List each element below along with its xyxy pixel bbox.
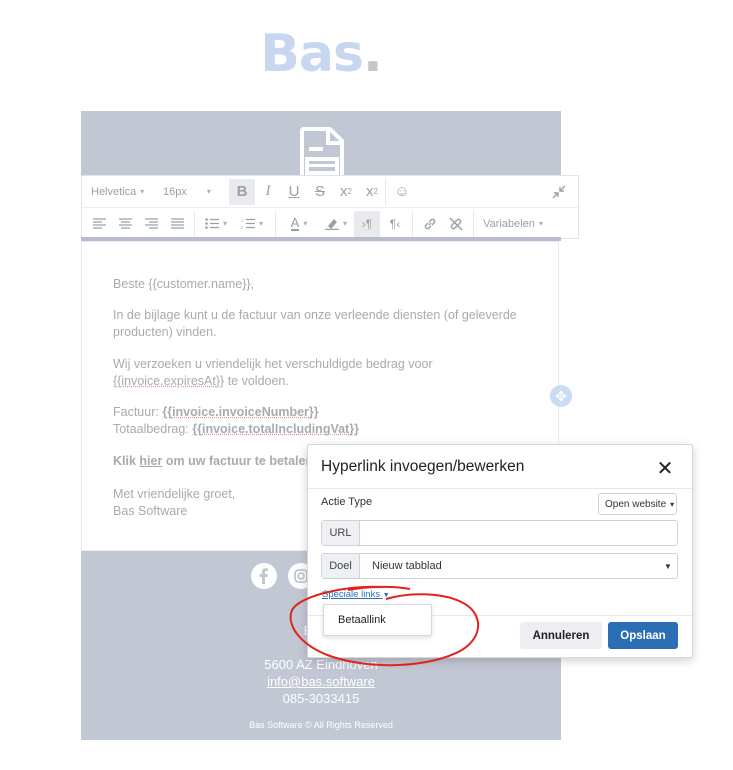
svg-text:2: 2 [241,225,244,229]
toolbar-row-1: Helvetica ▾ 16px ▾ B I U S x2 x2 ☺ [82,176,578,208]
special-links-menu: Betaallink [323,604,432,636]
toolbar-divider [385,178,386,205]
highlight-icon[interactable]: ▾ [318,211,354,237]
url-input-group: URL [321,520,678,546]
chevron-down-icon: ▾ [538,219,543,228]
numbered-list-icon[interactable]: 1 2 ▾ [233,211,271,237]
font-color-icon[interactable]: A ▾ [280,211,318,237]
chevron-down-icon: ▾ [258,219,263,228]
intro-paragraph: In de bijlage kunt u de factuur van onze… [113,308,517,339]
save-button[interactable]: Opslaan [608,622,678,649]
greeting-text: Beste {{customer.name}}, [113,277,255,291]
font-family-select[interactable]: Helvetica ▾ [82,179,152,205]
emoji-icon[interactable]: ☺ [389,179,415,205]
menu-item-betaallink[interactable]: Betaallink [338,614,386,626]
cancel-button[interactable]: Annuleren [520,622,602,649]
unlink-icon[interactable] [443,211,469,237]
url-input[interactable] [360,521,677,545]
bold-icon[interactable]: B [229,178,255,205]
move-icon[interactable]: ✥ [550,385,572,407]
special-links-toggle[interactable]: Speciale links ▼ [322,589,390,600]
link-icon[interactable] [417,211,443,237]
invoice-details: Factuur: {{invoice.invoiceNumber}} Totaal… [113,405,359,436]
align-left-icon[interactable] [86,211,112,237]
toolbar-divider [473,210,474,237]
variables-dropdown[interactable]: Variabelen ▾ [478,211,548,237]
italic-icon[interactable]: I [255,179,281,205]
target-select[interactable]: Nieuw tabblad [360,554,659,578]
ltr-icon[interactable]: ›¶ [354,210,380,237]
chevron-down-icon: ▼ [382,592,390,599]
chevron-down-icon: ▾ [140,187,145,196]
url-label: URL [322,521,360,545]
target-input-group: Doel Nieuw tabblad ▼ [321,553,678,579]
pay-link[interactable]: hier [139,454,162,468]
strikethrough-icon[interactable]: S [307,179,333,205]
collapse-icon[interactable] [546,179,572,205]
footer-phone: 085-3033415 [282,691,360,706]
rtl-icon[interactable]: ¶‹ [382,211,408,237]
brand-logo: Bas. [260,23,382,84]
facebook-icon[interactable] [251,563,277,589]
underline-icon[interactable]: U [281,179,307,205]
action-type-select[interactable]: Open website ▾ [598,493,677,515]
font-size-select[interactable]: 16px ▾ [152,179,226,205]
footer-city: 5600 AZ Eindhoven [264,657,378,672]
close-icon[interactable]: ✕ [654,456,676,481]
subscript-icon[interactable]: x2 [359,179,385,205]
toolbar-divider [275,210,276,237]
chevron-down-icon: ▾ [670,499,675,509]
bullet-list-icon[interactable]: ▾ [199,211,233,237]
superscript-icon[interactable]: x2 [333,179,359,205]
justify-icon[interactable] [164,211,190,237]
toolbar-divider [194,210,195,237]
toolbar-row-2: ▾ 1 2 ▾ A ▾ ▾ ›¶ ¶‹ Variabelen ▾ [82,208,578,239]
toolbar-divider [412,210,413,237]
chevron-down-icon[interactable]: ▼ [659,554,677,578]
logo-area: Bas. [81,0,561,111]
chevron-down-icon: ▾ [206,187,211,196]
dialog-title: Hyperlink invoegen/bewerken [321,458,525,475]
align-center-icon[interactable] [112,211,138,237]
hyperlink-dialog: Hyperlink invoegen/bewerken ✕ Actie Type… [307,444,693,658]
footer-copyright: Bas Software © All Rights Reserved [249,720,393,730]
svg-text:1: 1 [241,218,244,223]
chevron-down-icon: ▾ [303,219,308,228]
footer-email-link[interactable]: info@bas.software [81,674,561,689]
align-right-icon[interactable] [138,211,164,237]
payment-paragraph: Wij verzoeken u vriendelijk het verschul… [113,357,433,388]
rich-text-toolbar: Helvetica ▾ 16px ▾ B I U S x2 x2 ☺ ▾ 1 2 ▾ A… [81,175,579,239]
dialog-header-divider [308,488,692,489]
action-type-label: Actie Type [321,496,373,508]
chevron-down-icon: ▾ [222,219,227,228]
target-label: Doel [322,554,360,578]
chevron-down-icon: ▾ [342,219,347,228]
